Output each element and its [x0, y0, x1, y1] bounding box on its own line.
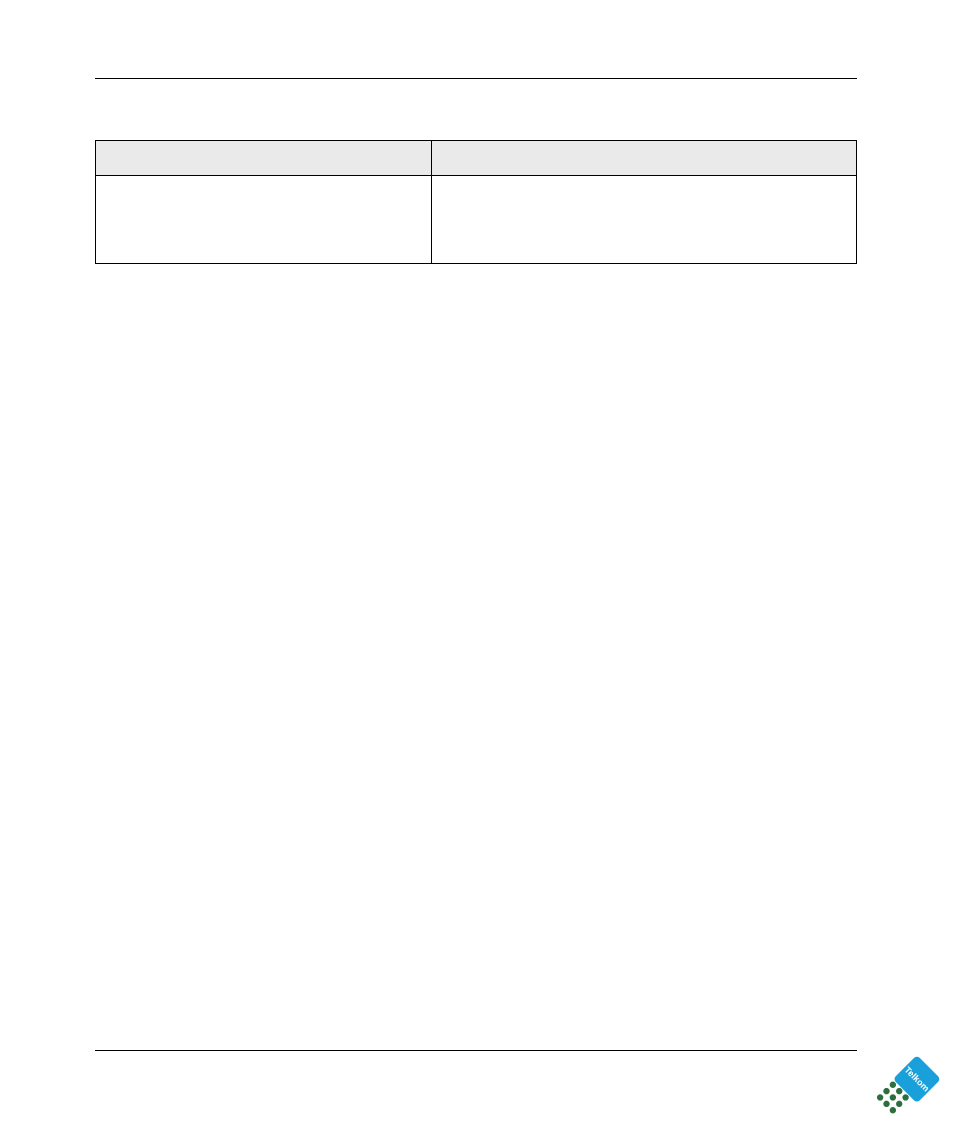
table-header-cell — [432, 141, 857, 176]
table-cell — [432, 176, 857, 264]
document-page: Telkom — [0, 0, 954, 1145]
two-column-table — [95, 140, 857, 264]
bottom-horizontal-rule — [95, 1050, 857, 1051]
top-horizontal-rule — [95, 78, 857, 79]
table-cell — [96, 176, 432, 264]
table-row — [96, 176, 857, 264]
telkom-logo-icon: Telkom — [874, 1056, 940, 1122]
table-header-cell — [96, 141, 432, 176]
table-header-row — [96, 141, 857, 176]
